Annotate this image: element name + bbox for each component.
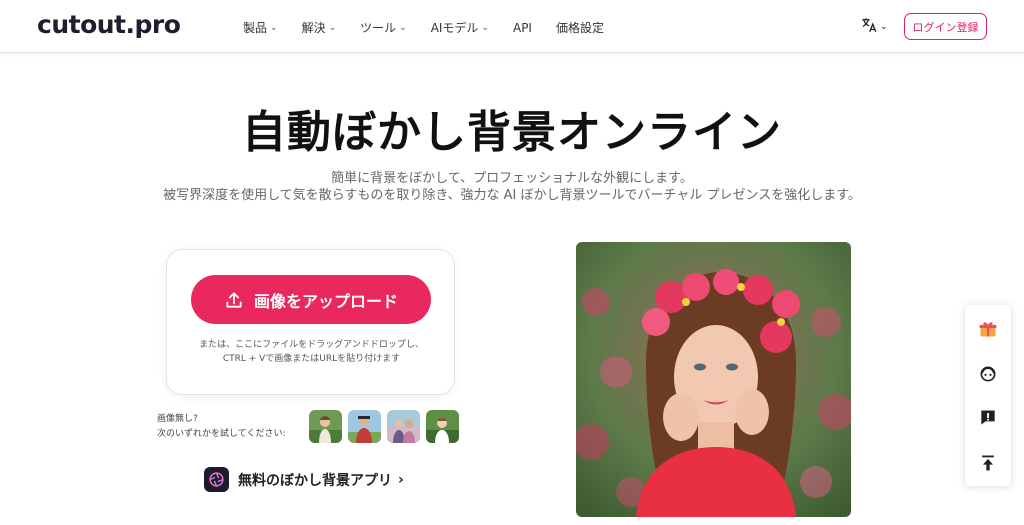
support-agent-icon[interactable] bbox=[976, 362, 1000, 386]
sample-images bbox=[309, 410, 459, 443]
page-subtitle: 簡単に背景をぼかして、プロフェッショナルな外観にします。 被写界深度を使用して気… bbox=[0, 170, 1024, 204]
nav-ai-models[interactable]: AIモデル ⌄ bbox=[431, 19, 489, 36]
nav-products-label: 製品 bbox=[243, 21, 268, 35]
feedback-icon[interactable] bbox=[976, 406, 1000, 430]
no-image-line-2: 次のいずれかを試してください: bbox=[157, 429, 286, 439]
no-image-prompt: 画像無し? 次のいずれかを試してください: bbox=[157, 412, 286, 442]
translate-icon bbox=[860, 16, 878, 38]
nav-solutions-label: 解決 bbox=[301, 21, 326, 35]
upload-hint-line-1: または、ここにファイルをドラッグアンドドロップし、 bbox=[199, 340, 424, 350]
nav-solutions[interactable]: 解決 ⌄ bbox=[302, 19, 337, 36]
login-register-button[interactable]: ログイン登録 bbox=[904, 13, 987, 40]
upload-image-button[interactable]: 画像をアップロード bbox=[191, 275, 431, 324]
back-to-top-icon[interactable] bbox=[976, 451, 1000, 475]
nav-pricing-label: 価格設定 bbox=[555, 21, 604, 35]
hero-example-photo bbox=[576, 242, 851, 517]
sample-image-4[interactable] bbox=[426, 410, 459, 443]
main-nav: 製品 ⌄ 解決 ⌄ ツール ⌄ AIモデル ⌄ API 価格設定 bbox=[243, 19, 628, 36]
free-blur-app-label: 無料のぼかし背景アプリ bbox=[238, 472, 392, 489]
chevron-down-icon: ⌄ bbox=[270, 22, 278, 33]
chevron-down-icon: ⌄ bbox=[399, 22, 407, 33]
upload-button-label: 画像をアップロード bbox=[253, 291, 398, 311]
top-header: cutout.pro 製品 ⌄ 解決 ⌄ ツール ⌄ AIモデル ⌄ API 価… bbox=[0, 0, 1024, 53]
sample-image-3[interactable] bbox=[387, 410, 420, 443]
aperture-icon bbox=[204, 467, 229, 492]
nav-api-label: API bbox=[512, 20, 532, 35]
chevron-right-icon: › bbox=[398, 471, 404, 488]
floating-side-toolbar bbox=[965, 305, 1011, 486]
no-image-line-1: 画像無し? bbox=[157, 414, 198, 424]
nav-ai-models-label: AIモデル bbox=[430, 21, 479, 35]
nav-api[interactable]: API bbox=[513, 19, 532, 36]
sample-image-2[interactable] bbox=[348, 410, 381, 443]
subtitle-line-2: 被写界深度を使用して気を散らすものを取り除き、強力な AI ぼかし背景ツールでバ… bbox=[163, 188, 861, 203]
free-blur-app-link[interactable]: 無料のぼかし背景アプリ › bbox=[204, 467, 404, 492]
gift-icon[interactable] bbox=[976, 317, 1000, 341]
nav-tools[interactable]: ツール ⌄ bbox=[360, 19, 407, 36]
chevron-down-icon: ⌄ bbox=[481, 22, 489, 33]
cutout-logo[interactable]: cutout.pro bbox=[37, 10, 181, 39]
page-title: 自動ぼかし背景オンライン bbox=[242, 107, 782, 158]
sample-image-1[interactable] bbox=[309, 410, 342, 443]
upload-icon bbox=[226, 291, 242, 308]
nav-tools-label: ツール bbox=[360, 21, 397, 35]
chevron-down-icon: ⌄ bbox=[328, 22, 337, 33]
subtitle-line-1: 簡単に背景をぼかして、プロフェッショナルな外観にします。 bbox=[331, 171, 693, 186]
upload-hint: または、ここにファイルをドラッグアンドドロップし、 CTRL + Vで画像または… bbox=[167, 338, 456, 366]
upload-dropzone[interactable]: 画像をアップロード または、ここにファイルをドラッグアンドドロップし、 CTRL… bbox=[166, 249, 455, 395]
upload-hint-line-2: CTRL + Vで画像またはURLを貼り付けます bbox=[222, 354, 401, 364]
nav-pricing[interactable]: 価格設定 bbox=[556, 19, 604, 36]
language-selector[interactable]: ⌄ bbox=[860, 16, 888, 38]
chevron-down-icon: ⌄ bbox=[880, 22, 888, 32]
nav-products[interactable]: 製品 ⌄ bbox=[243, 19, 278, 36]
